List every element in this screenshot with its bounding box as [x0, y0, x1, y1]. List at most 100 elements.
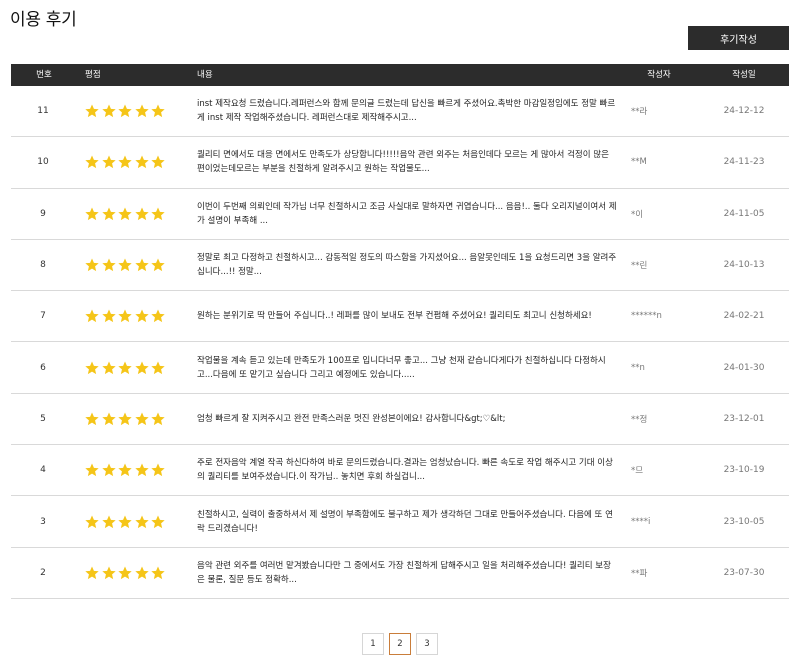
- star-icon: [134, 309, 149, 323]
- star-icon: [101, 566, 116, 579]
- review-number: 4: [40, 465, 46, 476]
- star-icon: [134, 207, 149, 220]
- star-icon: [118, 207, 132, 220]
- review-content-cell[interactable]: inst 제작요청 드렸습니다.레퍼런스와 함께 문의글 드렸는데 답신을 빠르…: [197, 86, 617, 136]
- review-author: **정: [631, 414, 648, 425]
- star-icon: [118, 361, 132, 374]
- review-content-cell[interactable]: 작업물을 계속 듣고 있는데 만족도가 100프로 입니다너무 좋고... 그냥…: [197, 342, 617, 392]
- table-row[interactable]: 4 주로 전자음악 계열 작곡 하신다하여 바로 문의드렸습니다.결과는 엄청났습…: [11, 445, 789, 497]
- review-content-text[interactable]: 작업물을 계속 듣고 있는데 만족도가 100프로 입니다너무 좋고... 그냥…: [197, 354, 617, 382]
- star-icon: [85, 258, 99, 272]
- table-row[interactable]: 7 원하는 분위기로 딱 만들어 주십니다..! 레퍼를 많이 보내도 전부 컨펌…: [11, 291, 789, 343]
- review-content-text[interactable]: 원하는 분위기로 딱 만들어 주십니다..! 레퍼를 많이 보내도 전부 컨펌해…: [197, 309, 592, 323]
- review-date: 23-10-19: [723, 465, 765, 476]
- review-number: 6: [40, 362, 46, 373]
- star-icon: [85, 463, 99, 477]
- star-icon: [101, 514, 116, 528]
- star-icon: [85, 155, 99, 169]
- star-icon: [85, 361, 99, 374]
- star-icon: [85, 514, 99, 528]
- review-number: 7: [40, 311, 46, 322]
- write-review-button[interactable]: 후기작성: [688, 26, 789, 50]
- star-rating: [84, 137, 167, 187]
- review-number: 3: [40, 516, 46, 527]
- review-author: **라: [631, 107, 648, 118]
- star-icon: [118, 104, 132, 118]
- star-icon: [134, 412, 149, 425]
- review-content-text[interactable]: 음악 관련 외주를 여러번 맡겨봤습니다만 그 중에서도 가장 친절하게 답해주…: [197, 559, 617, 587]
- review-author: ******n: [631, 311, 662, 322]
- review-date: 23-07-30: [723, 567, 765, 578]
- star-icon: [151, 514, 165, 528]
- table-row[interactable]: 10 퀄리티 면에서도 대응 면에서도 만족도가 상당합니다!!!!!음악 관련 …: [11, 137, 789, 189]
- star-icon: [85, 412, 99, 425]
- star-icon: [85, 207, 99, 220]
- table-row[interactable]: 8 정말로 최고 다정하고 친절하시고... 감동적일 정도의 따스함을 가지셨어…: [11, 240, 789, 292]
- review-content-cell[interactable]: 주로 전자음악 계열 작곡 하신다하여 바로 문의드렸습니다.결과는 엄청났습니…: [197, 445, 617, 495]
- star-icon: [151, 463, 165, 477]
- pagination: 123: [362, 633, 443, 655]
- review-content-text[interactable]: 정말로 최고 다정하고 친절하시고... 감동적일 정도의 따스함을 가지셨어요…: [197, 251, 617, 279]
- star-icon: [118, 412, 132, 425]
- table-row[interactable]: 2 음악 관련 외주를 여러번 맡겨봤습니다만 그 중에서도 가장 친절하게 답해…: [11, 548, 789, 599]
- review-number: 8: [40, 260, 46, 271]
- star-icon: [118, 258, 132, 272]
- page-button-2[interactable]: 2: [389, 633, 411, 655]
- review-content-cell[interactable]: 엄청 빠르게 잘 지켜주시고 완전 만족스러운 멋진 완성본이에요! 감사합니다…: [197, 394, 617, 444]
- table-row[interactable]: 6 작업물을 계속 듣고 있는데 만족도가 100프로 입니다너무 좋고... 그…: [11, 342, 789, 394]
- page-button-1[interactable]: 1: [362, 633, 384, 655]
- star-icon: [118, 155, 132, 169]
- review-content-cell[interactable]: 원하는 분위기로 딱 만들어 주십니다..! 레퍼를 많이 보내도 전부 컨펌해…: [197, 291, 617, 341]
- review-author: ****i: [631, 516, 651, 527]
- review-content-cell[interactable]: 음악 관련 외주를 여러번 맡겨봤습니다만 그 중에서도 가장 친절하게 답해주…: [197, 548, 617, 598]
- review-content-cell[interactable]: 퀄리티 면에서도 대응 면에서도 만족도가 상당합니다!!!!!음악 관련 외주…: [197, 137, 617, 187]
- review-table: 번호 평점 내용 작성자 작성일 11 inst 제작요청 드렸습니다.레퍼런스와…: [11, 64, 789, 599]
- star-icon: [101, 207, 116, 220]
- star-icon: [118, 566, 132, 579]
- star-rating: [84, 496, 167, 546]
- review-author: **n: [631, 362, 645, 373]
- star-icon: [151, 361, 165, 374]
- star-icon: [101, 463, 116, 477]
- star-icon: [151, 566, 165, 579]
- star-icon: [134, 258, 149, 272]
- review-content-text[interactable]: 엄청 빠르게 잘 지켜주시고 완전 만족스러운 멋진 완성본이에요! 감사합니다…: [197, 412, 505, 426]
- review-content-cell[interactable]: 친절하시고, 실력이 출중하셔서 제 설명이 부족함에도 불구하고 제가 생각하…: [197, 496, 617, 546]
- star-rating: [84, 548, 167, 598]
- header-content: 내용: [197, 70, 213, 80]
- review-number: 11: [37, 106, 49, 117]
- review-date: 24-10-13: [723, 260, 765, 271]
- review-content-text[interactable]: 친절하시고, 실력이 출중하셔서 제 설명이 부족함에도 불구하고 제가 생각하…: [197, 508, 617, 536]
- review-author: **린: [631, 261, 648, 272]
- star-icon: [85, 309, 99, 323]
- page-button-3[interactable]: 3: [416, 633, 438, 655]
- review-content-text[interactable]: 퀄리티 면에서도 대응 면에서도 만족도가 상당합니다!!!!!음악 관련 외주…: [197, 148, 617, 176]
- table-row[interactable]: 11 inst 제작요청 드렸습니다.레퍼런스와 함께 문의글 드렸는데 답신을 …: [11, 86, 789, 138]
- star-rating: [84, 291, 167, 341]
- star-rating: [84, 342, 167, 392]
- table-row[interactable]: 9 이번이 두번째 의뢰인데 작가님 너무 친절하시고 조금 사실대로 말하자면 …: [11, 189, 789, 240]
- review-date: 24-11-23: [723, 157, 765, 168]
- review-number: 5: [40, 413, 46, 424]
- review-date: 24-11-05: [723, 208, 765, 219]
- star-rating: [84, 189, 167, 239]
- review-author: **M: [631, 157, 647, 168]
- star-rating: [84, 445, 167, 495]
- table-row[interactable]: 3 친절하시고, 실력이 출중하셔서 제 설명이 부족함에도 불구하고 제가 생각…: [11, 496, 789, 548]
- star-icon: [101, 361, 116, 374]
- star-icon: [101, 412, 116, 425]
- star-icon: [151, 412, 165, 425]
- star-rating: [84, 240, 167, 290]
- table-header: 번호 평점 내용 작성자 작성일: [11, 64, 789, 86]
- star-icon: [134, 361, 149, 374]
- star-icon: [151, 104, 165, 118]
- review-content-text[interactable]: 주로 전자음악 계열 작곡 하신다하여 바로 문의드렸습니다.결과는 엄청났습니…: [197, 456, 617, 484]
- header-no: 번호: [36, 70, 52, 80]
- review-content-text[interactable]: inst 제작요청 드렸습니다.레퍼런스와 함께 문의글 드렸는데 답신을 빠르…: [197, 97, 617, 125]
- star-rating: [84, 394, 167, 444]
- review-content-cell[interactable]: 이번이 두번째 의뢰인데 작가님 너무 친절하시고 조금 사실대로 말하자면 귀…: [197, 189, 617, 239]
- review-content-text[interactable]: 이번이 두번째 의뢰인데 작가님 너무 친절하시고 조금 사실대로 말하자면 귀…: [197, 200, 617, 228]
- table-row[interactable]: 5 엄청 빠르게 잘 지켜주시고 완전 만족스러운 멋진 완성본이에요! 감사합니…: [11, 394, 789, 446]
- review-content-cell[interactable]: 정말로 최고 다정하고 친절하시고... 감동적일 정도의 따스함을 가지셨어요…: [197, 240, 617, 290]
- star-icon: [101, 309, 116, 323]
